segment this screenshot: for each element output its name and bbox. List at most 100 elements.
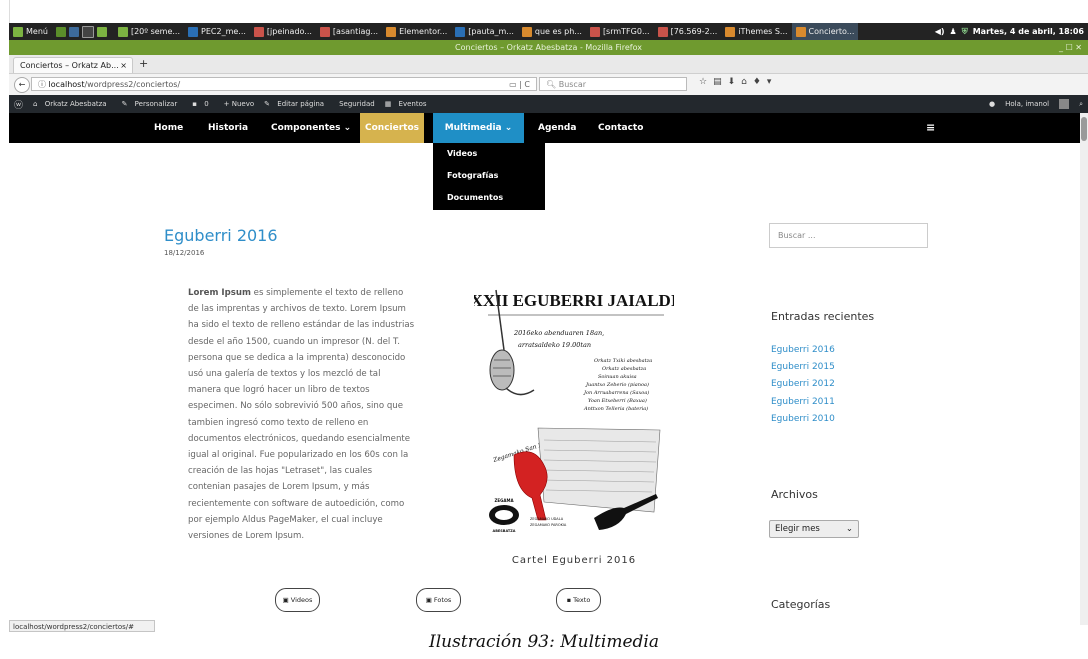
close-icon[interactable]: × [120, 58, 127, 73]
nav-conciertos[interactable]: Conciertos [360, 113, 424, 143]
dropdown-item-videos[interactable]: Videos [433, 143, 545, 165]
chevron-down-icon: ⌄ [845, 524, 853, 534]
menu-icon [13, 26, 23, 37]
page-scrollbar[interactable] [1080, 113, 1088, 625]
terminal-icon[interactable] [81, 25, 94, 38]
recent-post-link[interactable]: Eguberri 2016 [771, 342, 835, 359]
scrollbar-thumb[interactable] [1081, 117, 1087, 141]
info-icon[interactable]: ⓘ [38, 80, 46, 89]
window-title: Conciertos – Orkatz Abesbatza - Mozilla … [455, 43, 642, 52]
admin-customize[interactable]: ✎ Personalizar [122, 100, 183, 108]
admin-security[interactable]: Seguridad [339, 100, 375, 108]
help-icon[interactable]: ● [989, 100, 995, 108]
desktop-icon[interactable] [55, 26, 66, 37]
poster-caption: Cartel Eguberri 2016 [511, 555, 637, 566]
task-8[interactable]: [srmTFG0... [586, 23, 654, 40]
tab-conciertos[interactable]: Conciertos – Orkatz Ab... × [13, 57, 133, 73]
dropdown-item-documentos[interactable]: Documentos [433, 187, 545, 209]
hamburger-menu-icon[interactable]: ≡ [926, 113, 935, 143]
reload-icon[interactable]: ▭ | C [509, 78, 530, 92]
nav-contacto[interactable]: Contacto [598, 113, 643, 143]
task-6[interactable]: [pauta_m... [451, 23, 518, 40]
task-5[interactable]: Elementor... [382, 23, 451, 40]
admin-site-label: Orkatz Abesbatza [44, 100, 107, 108]
nav-home[interactable]: Home [154, 113, 183, 143]
window-controls[interactable]: _ ☐ ✕ [1059, 40, 1082, 55]
search-icon: 🔍︎ [546, 80, 557, 89]
nav-historia[interactable]: Historia [208, 113, 248, 143]
firefox-icon [386, 26, 397, 37]
tab-label: Conciertos – Orkatz Ab... [20, 61, 119, 70]
desktop-panel: Menú [20º seme... PEC2_me... [jpeinado..… [9, 23, 1088, 40]
nav-multimedia-label: Multimedia [444, 123, 502, 133]
recent-posts-list: Eguberri 2016 Eguberri 2015 Eguberri 201… [771, 342, 835, 428]
user-icon[interactable]: ♟ [950, 27, 957, 36]
recent-post-link[interactable]: Eguberri 2012 [771, 376, 835, 393]
task-label: [jpeinado... [266, 27, 312, 36]
system-tray: ◀) ♟ ⛨ Martes, 4 de abril, 18:06 [935, 27, 1088, 37]
poster-line-2: arratsaldeko 19.00tan [518, 341, 591, 349]
post-body-text: es simplemente el texto de relleno de la… [188, 288, 415, 542]
menu-label: Menú [26, 27, 48, 36]
clock[interactable]: Martes, 4 de abril, 18:06 [973, 27, 1084, 36]
search-bar[interactable]: 🔍︎ Buscar [539, 77, 687, 91]
poster-performer-7: Anttxon Telleria (bateria) [583, 405, 648, 412]
post-body: Lorem Ipsum es simplemente el texto de r… [188, 285, 416, 544]
recent-post-link[interactable]: Eguberri 2015 [771, 359, 835, 376]
admin-comments-count: 0 [204, 100, 209, 108]
menu-button[interactable]: Menú [9, 23, 52, 40]
site-navigation: Home Historia Componentes ⌄ Conciertos M… [9, 113, 1080, 143]
task-label: [srmTFG0... [602, 27, 650, 36]
fotos-button[interactable]: ▣ Fotos [416, 588, 461, 612]
fotos-button-label: Fotos [433, 596, 452, 604]
task-11[interactable]: Concierto... [791, 23, 859, 40]
task-label: [asantiag... [332, 27, 379, 36]
admin-events[interactable]: ▦ Eventos [385, 100, 432, 108]
task-10[interactable]: iThemes S... [721, 23, 791, 40]
shield-icon[interactable]: ⛨ [962, 27, 968, 37]
folder-icon[interactable] [96, 26, 107, 37]
videos-button[interactable]: ▣ Videos [275, 588, 320, 612]
launcher-icons[interactable] [52, 23, 114, 40]
admin-edit[interactable]: ✎ Editar página [264, 100, 329, 108]
new-tab-button[interactable]: + [139, 57, 148, 70]
task-1[interactable]: [20º seme... [114, 23, 184, 40]
task-9[interactable]: [76.569-2... [654, 23, 722, 40]
search-icon[interactable]: ⌕ [1079, 100, 1083, 109]
toolbar-icons[interactable]: ☆▤⬇⌂♦▾ [699, 77, 777, 87]
admin-account[interactable]: ● Hola, imanol ⌕ [984, 99, 1088, 109]
document-icon [188, 26, 199, 37]
task-3[interactable]: [jpeinado... [250, 23, 316, 40]
dropdown-item-fotografias[interactable]: Fotografías [433, 165, 545, 187]
firefox-icon [521, 26, 532, 37]
volume-icon[interactable]: ◀) [935, 27, 945, 36]
task-4[interactable]: [asantiag... [316, 23, 382, 40]
task-label: PEC2_me... [201, 27, 246, 36]
task-7[interactable]: que es ph... [518, 23, 586, 40]
navigation-bar: ← ⓘ localhost/wordpress2/conciertos/ ▭ |… [9, 74, 1088, 96]
poster-sponsor-1: ZEGAMAKO UDALA [530, 517, 564, 521]
texto-button[interactable]: ▪ Texto [556, 588, 601, 612]
image-icon: ▣ [425, 596, 434, 604]
wordpress-icon[interactable]: ⓦ [14, 98, 23, 111]
recent-posts-heading: Entradas recientes [771, 310, 875, 323]
archives-heading: Archivos [771, 488, 818, 501]
admin-new[interactable]: + Nuevo [224, 100, 255, 108]
back-button[interactable]: ← [14, 77, 30, 93]
avatar[interactable] [1059, 99, 1070, 109]
url-bar[interactable]: ⓘ localhost/wordpress2/conciertos/ ▭ | C [31, 77, 537, 91]
task-2[interactable]: PEC2_me... [184, 23, 250, 40]
admin-comments[interactable]: ▪ 0 [192, 100, 213, 108]
nav-componentes[interactable]: Componentes ⌄ [271, 113, 351, 143]
nav-multimedia[interactable]: Multimedia ⌄ [433, 113, 524, 143]
sidebar-search-input[interactable]: Buscar ... [769, 223, 928, 248]
firefox-launcher-icon[interactable] [68, 26, 79, 37]
recent-post-link[interactable]: Eguberri 2011 [771, 394, 835, 411]
archives-select[interactable]: Elegir mes ⌄ [769, 520, 859, 538]
texto-button-label: Texto [573, 596, 591, 604]
admin-site[interactable]: ⌂ Orkatz Abesbatza [33, 100, 112, 108]
nav-agenda[interactable]: Agenda [538, 113, 576, 143]
post-title[interactable]: Eguberri 2016 [164, 226, 278, 245]
recent-post-link[interactable]: Eguberri 2010 [771, 411, 835, 428]
concert-poster: XXXII EGUBERRI JAIALDIA 2016eko abenduar… [474, 289, 674, 533]
